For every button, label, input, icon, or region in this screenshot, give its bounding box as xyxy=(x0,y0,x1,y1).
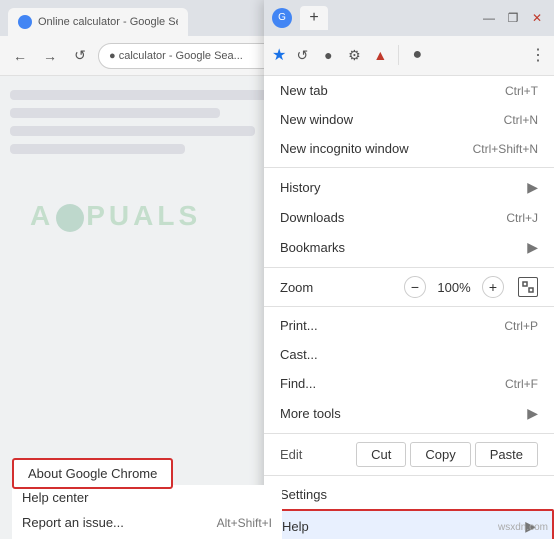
menu-item-find[interactable]: Find... Ctrl+F xyxy=(264,369,554,398)
tab-favicon xyxy=(18,15,32,29)
restore-icon: ❐ xyxy=(508,11,519,25)
minimize-button[interactable]: — xyxy=(480,9,498,27)
about-chrome-box[interactable]: About Google Chrome xyxy=(12,458,173,489)
browser-tab[interactable]: Online calculator - Google Se... xyxy=(8,8,188,36)
plus-icon: + xyxy=(489,279,497,295)
find-shortcut: Ctrl+F xyxy=(505,377,538,391)
chrome-menu: G + — ❐ ✕ ★ ↺ ● ⚙ ▲ ● xyxy=(264,0,554,539)
menu-item-more-tools[interactable]: More tools ▶ xyxy=(264,398,554,429)
zoom-label: Zoom xyxy=(280,280,404,295)
fullscreen-icon xyxy=(522,281,534,293)
reload-btn[interactable]: ↺ xyxy=(68,44,92,68)
menu-item-new-window[interactable]: New window Ctrl+N xyxy=(264,105,554,134)
toolbar-separator xyxy=(398,45,399,65)
menu-toolbar-row: ★ ↺ ● ⚙ ▲ ● ⋮ xyxy=(264,36,554,75)
new-window-label: New window xyxy=(280,112,353,127)
bookmarks-arrow: ▶ xyxy=(527,239,538,256)
help-label: Help xyxy=(282,519,309,534)
restore-button[interactable]: ❐ xyxy=(504,9,522,27)
help-submenu: Help center Report an issue... Alt+Shift… xyxy=(12,485,282,539)
dropdown-menu: New tab Ctrl+T New window Ctrl+N New inc… xyxy=(264,76,554,539)
print-label: Print... xyxy=(280,318,318,333)
watermark: wsxdn.com xyxy=(498,522,548,533)
menu-item-cast[interactable]: Cast... xyxy=(264,340,554,369)
more-tools-arrow: ▶ xyxy=(527,405,538,422)
content-row xyxy=(10,108,220,118)
edit-label: Edit xyxy=(280,447,356,462)
plus-icon: + xyxy=(309,9,318,27)
about-chrome-label: About Google Chrome xyxy=(28,466,157,481)
divider-2 xyxy=(264,267,554,268)
report-issue-label: Report an issue... xyxy=(22,515,124,530)
settings-label: Settings xyxy=(280,487,327,502)
tab-title: Online calculator - Google Se... xyxy=(38,16,178,28)
zoom-out-btn[interactable]: − xyxy=(404,276,426,298)
find-label: Find... xyxy=(280,376,316,391)
appuals-logo: APUALS xyxy=(30,200,201,232)
new-tab-label: New tab xyxy=(280,83,328,98)
edit-buttons: Cut Copy Paste xyxy=(356,442,538,467)
zoom-in-btn[interactable]: + xyxy=(482,276,504,298)
new-tab-btn[interactable]: + xyxy=(300,6,328,30)
downloads-shortcut: Ctrl+J xyxy=(506,211,538,225)
menu-header: G + — ❐ ✕ ★ ↺ ● ⚙ ▲ ● xyxy=(264,0,554,76)
help-center-label: Help center xyxy=(22,490,88,505)
content-row xyxy=(10,90,290,100)
report-issue-item[interactable]: Report an issue... Alt+Shift+I xyxy=(12,510,282,535)
menu-item-incognito[interactable]: New incognito window Ctrl+Shift+N xyxy=(264,134,554,163)
content-row xyxy=(10,126,255,136)
menu-item-bookmarks[interactable]: Bookmarks ▶ xyxy=(264,232,554,263)
close-button[interactable]: ✕ xyxy=(528,9,546,27)
menu-item-print[interactable]: Print... Ctrl+P xyxy=(264,311,554,340)
more-tools-label: More tools xyxy=(280,406,341,421)
content-row xyxy=(10,144,185,154)
menu-item-downloads[interactable]: Downloads Ctrl+J xyxy=(264,203,554,232)
menu-item-history[interactable]: History ▶ xyxy=(264,172,554,203)
history-label: History xyxy=(280,180,320,195)
zoom-controls: − 100% + xyxy=(404,276,538,298)
address-text: ● calculator - Google Sea... xyxy=(109,50,243,62)
divider-1 xyxy=(264,167,554,168)
bookmarks-label: Bookmarks xyxy=(280,240,345,255)
profile-icon: ● xyxy=(407,46,427,64)
zoom-fullscreen-btn[interactable] xyxy=(518,277,538,297)
incognito-label: New incognito window xyxy=(280,141,409,156)
cut-button[interactable]: Cut xyxy=(356,442,406,467)
incognito-shortcut: Ctrl+Shift+N xyxy=(473,142,538,156)
new-window-shortcut: Ctrl+N xyxy=(504,113,538,127)
theme-icon: ▲ xyxy=(370,47,390,63)
menu-item-new-tab[interactable]: New tab Ctrl+T xyxy=(264,76,554,105)
cast-label: Cast... xyxy=(280,347,318,362)
zoom-value: 100% xyxy=(434,280,474,295)
downloads-label: Downloads xyxy=(280,210,344,225)
minus-icon: − xyxy=(411,279,419,295)
minimize-icon: — xyxy=(483,11,495,25)
paste-button[interactable]: Paste xyxy=(475,442,538,467)
divider-3 xyxy=(264,306,554,307)
history-arrow: ▶ xyxy=(527,179,538,196)
close-icon: ✕ xyxy=(532,11,542,25)
divider-4 xyxy=(264,433,554,434)
report-issue-shortcut: Alt+Shift+I xyxy=(217,516,272,530)
extensions-icon: ⚙ xyxy=(344,47,364,64)
divider-5 xyxy=(264,475,554,476)
account-icon: ● xyxy=(318,47,338,63)
refresh-icon: ↺ xyxy=(292,47,312,64)
star-icon: ★ xyxy=(272,45,286,65)
window-controls: — ❐ ✕ xyxy=(480,9,546,27)
back-btn[interactable]: ← xyxy=(8,44,32,68)
new-tab-shortcut: Ctrl+T xyxy=(505,84,538,98)
forward-btn[interactable]: → xyxy=(38,44,62,68)
copy-button[interactable]: Copy xyxy=(410,442,470,467)
menu-tab-icon: G xyxy=(272,8,292,28)
menu-item-settings[interactable]: Settings xyxy=(264,480,554,509)
zoom-row: Zoom − 100% + xyxy=(264,272,554,302)
watermark-text: wsxdn.com xyxy=(498,522,548,533)
edit-row: Edit Cut Copy Paste xyxy=(264,438,554,471)
print-shortcut: Ctrl+P xyxy=(504,319,538,333)
menu-tab-row: G + — ❐ ✕ xyxy=(264,0,554,36)
kebab-menu-icon[interactable]: ⋮ xyxy=(530,45,546,65)
